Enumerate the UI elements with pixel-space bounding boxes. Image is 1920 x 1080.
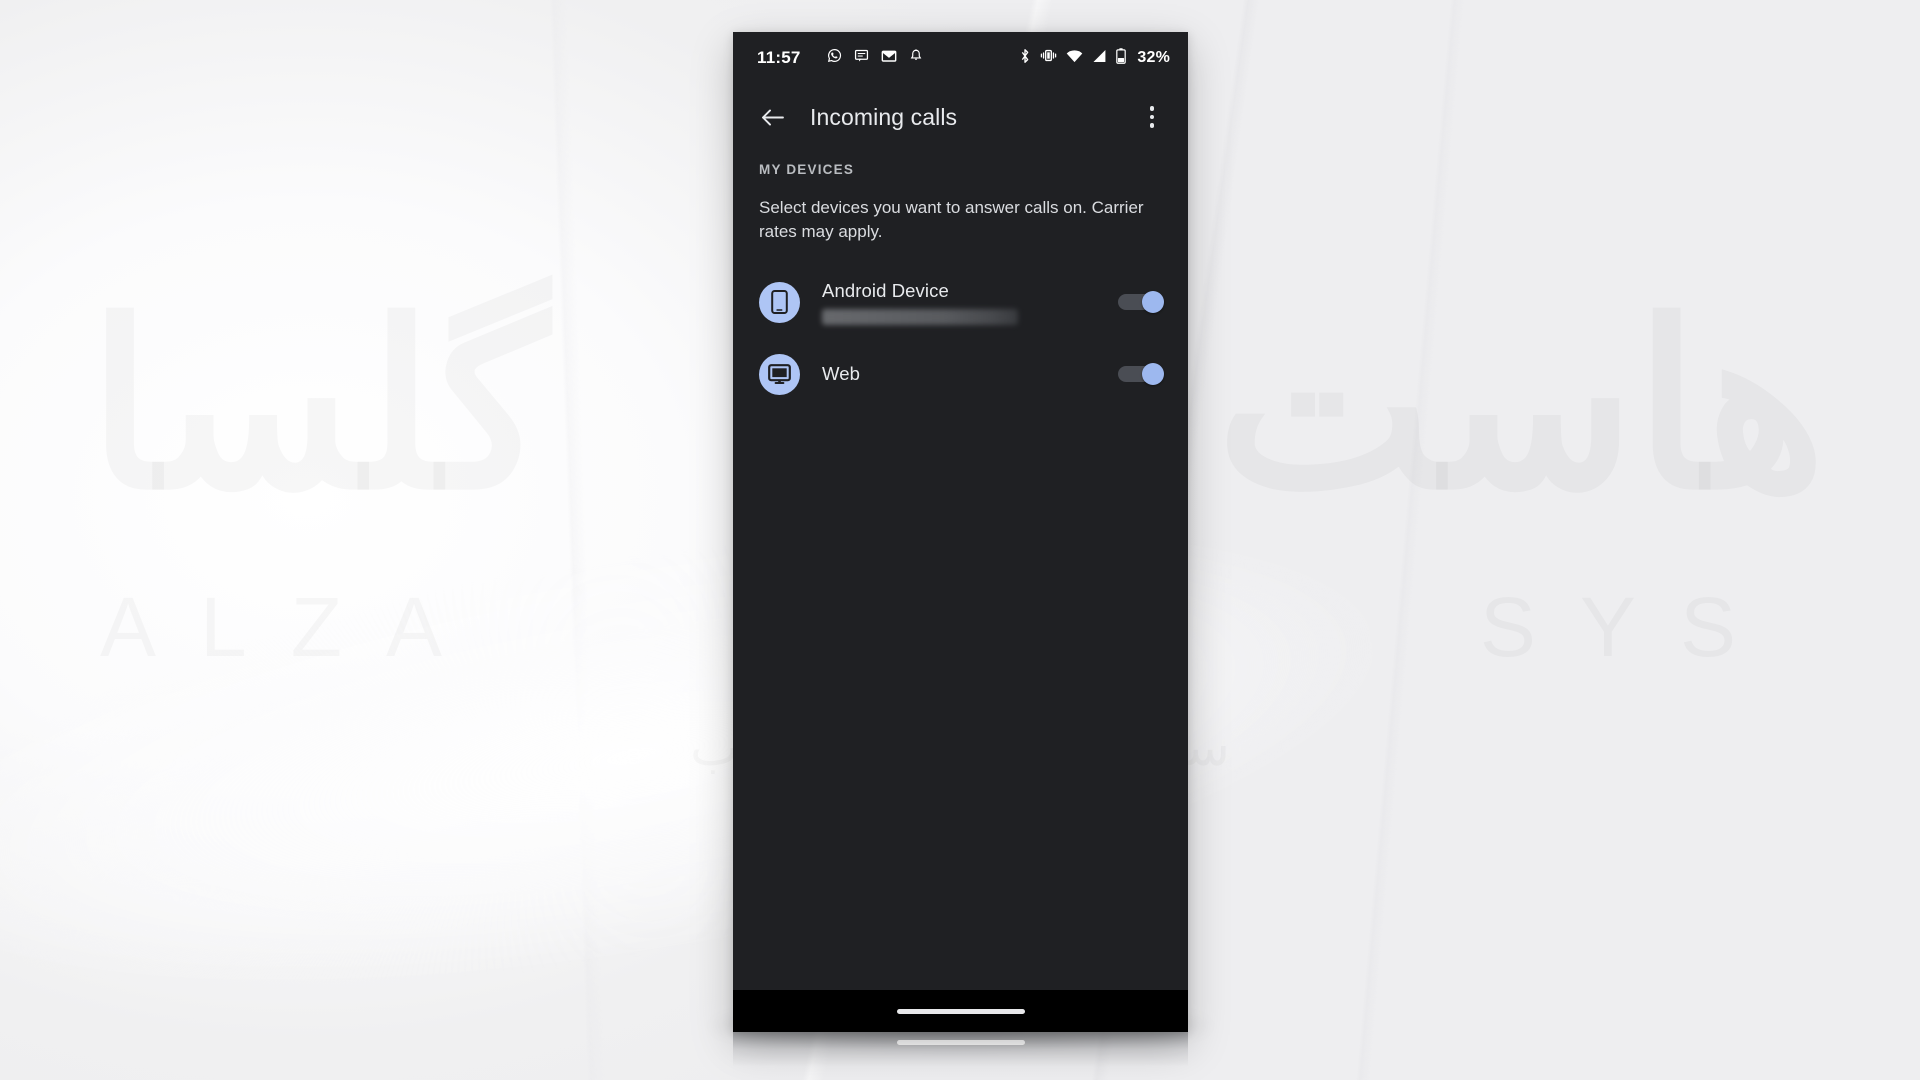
messages-icon — [854, 48, 869, 68]
device-row-android[interactable]: Android Device — [733, 266, 1188, 338]
notification-bell-icon — [909, 48, 923, 68]
device-row-web[interactable]: Web — [733, 338, 1188, 410]
phone-screenshot: 11:57 32% Incoming calls MY DEVICES Sele… — [733, 32, 1188, 1032]
status-bar-right: 32% — [1019, 47, 1170, 69]
battery-percentage-label: 32% — [1137, 49, 1170, 66]
cellular-signal-icon — [1092, 49, 1107, 68]
device-text-android: Android Device — [822, 280, 1118, 325]
toggle-android-device[interactable] — [1118, 291, 1164, 314]
status-bar: 11:57 32% — [733, 32, 1188, 84]
wifi-icon — [1066, 49, 1083, 68]
home-gesture-pill[interactable] — [896, 1008, 1025, 1014]
phone-reflection — [733, 1032, 1188, 1080]
phone-reflection-gradient — [733, 1032, 1188, 1080]
android-phone-icon — [759, 281, 800, 323]
watermark-logo-right: هاست — [1216, 292, 1826, 522]
device-list: Android Device Web — [733, 266, 1188, 410]
settings-content: MY DEVICES Select devices you want to an… — [733, 150, 1188, 410]
device-text-web: Web — [822, 363, 1118, 385]
device-subtitle-redacted — [822, 308, 1018, 325]
page-title: Incoming calls — [810, 103, 958, 130]
toggle-thumb — [1142, 291, 1164, 314]
whatsapp-icon — [827, 48, 842, 68]
watermark-subtitle-right: SYS — [1480, 585, 1780, 669]
status-bar-clock: 11:57 — [757, 48, 801, 67]
reflected-home-pill — [896, 1040, 1025, 1045]
toggle-web[interactable] — [1118, 363, 1164, 386]
back-arrow-icon[interactable] — [753, 98, 791, 136]
vibrate-icon — [1040, 48, 1057, 68]
toggle-thumb — [1142, 363, 1164, 386]
bluetooth-icon — [1019, 48, 1031, 69]
app-bar: Incoming calls — [733, 84, 1188, 150]
overflow-menu-icon[interactable] — [1132, 97, 1172, 137]
device-name-label: Web — [822, 363, 861, 385]
watermark-subtitle-left: ALZA — [100, 585, 486, 669]
section-description: Select devices you want to answer calls … — [759, 198, 1144, 242]
gmail-icon — [881, 48, 897, 69]
device-name-label: Android Device — [822, 279, 949, 301]
desktop-monitor-icon — [759, 353, 800, 395]
gesture-nav-bar — [733, 990, 1188, 1032]
battery-icon — [1116, 47, 1127, 69]
section-header-my-devices: MY DEVICES — [759, 162, 855, 177]
watermark-logo-left: گلسا — [88, 292, 549, 522]
status-bar-left: 11:57 — [757, 48, 1019, 69]
